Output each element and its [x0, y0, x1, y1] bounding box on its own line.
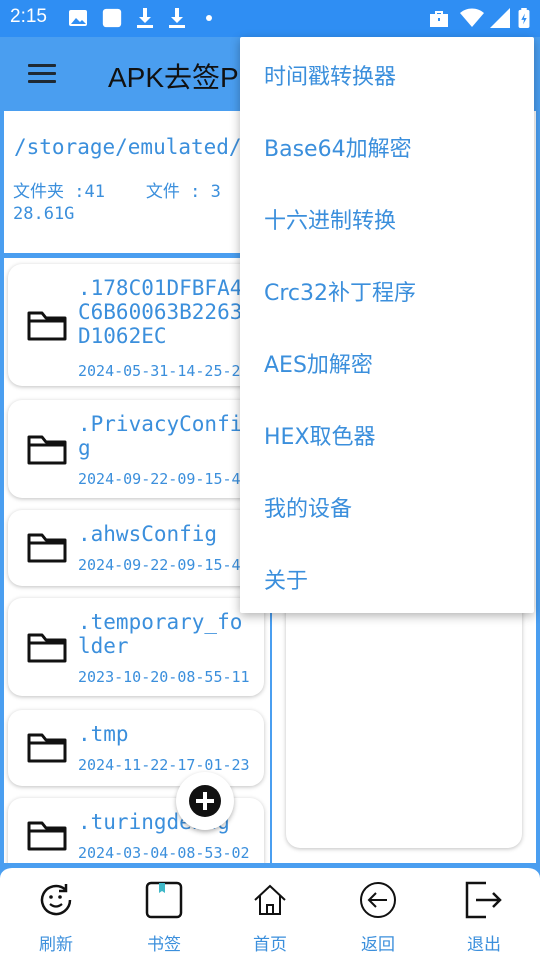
menu-item-label: Crc32补丁程序 [264, 281, 417, 306]
file-date: 2024-11-22-17-01-23 [78, 756, 250, 774]
folder-icon [27, 311, 67, 341]
file-name: .temporary_fo lder [78, 610, 243, 658]
bookmark-icon [145, 881, 183, 919]
menu-item-label: HEX取色器 [264, 425, 376, 450]
work-profile-icon [430, 11, 448, 27]
nav-label: 首页 [253, 935, 287, 955]
nav-label: 书签 [147, 935, 181, 955]
nav-label: 退出 [467, 935, 501, 955]
storage-size: 28.61G [13, 204, 75, 224]
file-date: 2024-03-04-08-53-02 [78, 844, 250, 862]
folder-icon [27, 435, 67, 465]
home-icon [254, 884, 286, 915]
exit-icon [465, 881, 502, 919]
list-item[interactable]: .temporary_fo lder 2023-10-20-08-55-11 [8, 598, 264, 696]
overflow-menu: 时间戳转换器 Base64加解密 十六进制转换 Crc32补丁程序 AES加解密… [240, 37, 534, 613]
file-list[interactable]: .178C01DFBFA4 C6B60063B2263 D1062EC 2024… [4, 258, 270, 863]
path-info-card: /storage/emulated/0 文件夹 :41 文件 : 3 28.61… [4, 111, 270, 255]
wifi-icon [460, 8, 484, 27]
folder-icon [27, 821, 67, 851]
folder-count: 文件夹 :41 [13, 182, 105, 202]
menu-item-label: 十六进制转换 [264, 209, 397, 234]
list-item[interactable]: .178C01DFBFA4 C6B60063B2263 D1062EC 2024… [8, 264, 264, 386]
menu-item-about[interactable]: 关于 [240, 541, 534, 613]
screen: 2:15 APK去签PRO /storage/emulated/0 文件夹 :4… [0, 0, 540, 960]
plus-icon [189, 785, 221, 817]
more-notifications-icon [206, 15, 212, 21]
file-date: 2024-09-22-09-15-4 [78, 470, 241, 488]
hamburger-menu-icon[interactable] [28, 64, 56, 84]
file-count: 文件 : 3 [145, 182, 221, 202]
file-date: 2024-05-31-14-25-2 [78, 362, 241, 380]
menu-item-label: 我的设备 [264, 497, 353, 522]
folder-icon [27, 733, 67, 763]
signal-icon [490, 8, 510, 28]
nav-back[interactable]: 返回 [324, 868, 432, 960]
current-path: /storage/emulated/0 [14, 135, 255, 159]
nav-label: 返回 [361, 935, 395, 955]
status-bar: 2:15 [0, 0, 540, 37]
menu-item-crc32-patcher[interactable]: Crc32补丁程序 [240, 253, 534, 325]
nav-refresh[interactable]: 刷新 [2, 868, 110, 960]
app-notification-icon [102, 8, 122, 28]
nav-exit[interactable]: 退出 [430, 868, 538, 960]
download-icon [169, 8, 185, 28]
back-icon [360, 882, 396, 918]
menu-item-label: Base64加解密 [264, 137, 412, 162]
folder-icon [27, 533, 67, 563]
file-date: 2023-10-20-08-55-11 [78, 668, 250, 686]
file-name: .178C01DFBFA4 C6B60063B2263 D1062EC [78, 276, 243, 348]
image-icon [69, 10, 87, 26]
add-button[interactable] [176, 772, 234, 830]
nav-label: 刷新 [39, 935, 73, 955]
download-icon [137, 8, 153, 28]
menu-item-label: 时间戳转换器 [264, 65, 397, 90]
menu-item-aes[interactable]: AES加解密 [240, 325, 534, 397]
menu-item-label: 关于 [264, 569, 309, 594]
folder-file-counts: 文件夹 :41 文件 : 3 28.61G [13, 181, 221, 225]
list-item[interactable]: .PrivacyConfi g 2024-09-22-09-15-4 [8, 400, 264, 498]
menu-item-color-picker[interactable]: HEX取色器 [240, 397, 534, 469]
list-item[interactable]: .tmp 2024-11-22-17-01-23 [8, 710, 264, 786]
folder-icon [27, 633, 67, 663]
menu-item-my-device[interactable]: 我的设备 [240, 469, 534, 541]
file-name: .ahwsConfig [78, 522, 218, 546]
nav-bookmark[interactable]: 书签 [110, 868, 218, 960]
file-name: .PrivacyConfi g [78, 412, 243, 460]
battery-icon [518, 8, 530, 28]
refresh-icon [40, 884, 72, 916]
list-item[interactable]: .ahwsConfig 2024-09-22-09-15-4 [8, 510, 264, 586]
file-date: 2024-09-22-09-15-4 [78, 556, 241, 574]
file-name: .tmp [78, 722, 129, 746]
status-time: 2:15 [10, 6, 47, 27]
nav-home[interactable]: 首页 [216, 868, 324, 960]
menu-item-label: AES加解密 [264, 353, 373, 378]
menu-item-hex-converter[interactable]: 十六进制转换 [240, 181, 534, 253]
menu-item-timestamp-converter[interactable]: 时间戳转换器 [240, 37, 534, 109]
menu-item-base64[interactable]: Base64加解密 [240, 109, 534, 181]
bottom-nav: 刷新 书签 首页 返回 退出 [0, 866, 540, 960]
